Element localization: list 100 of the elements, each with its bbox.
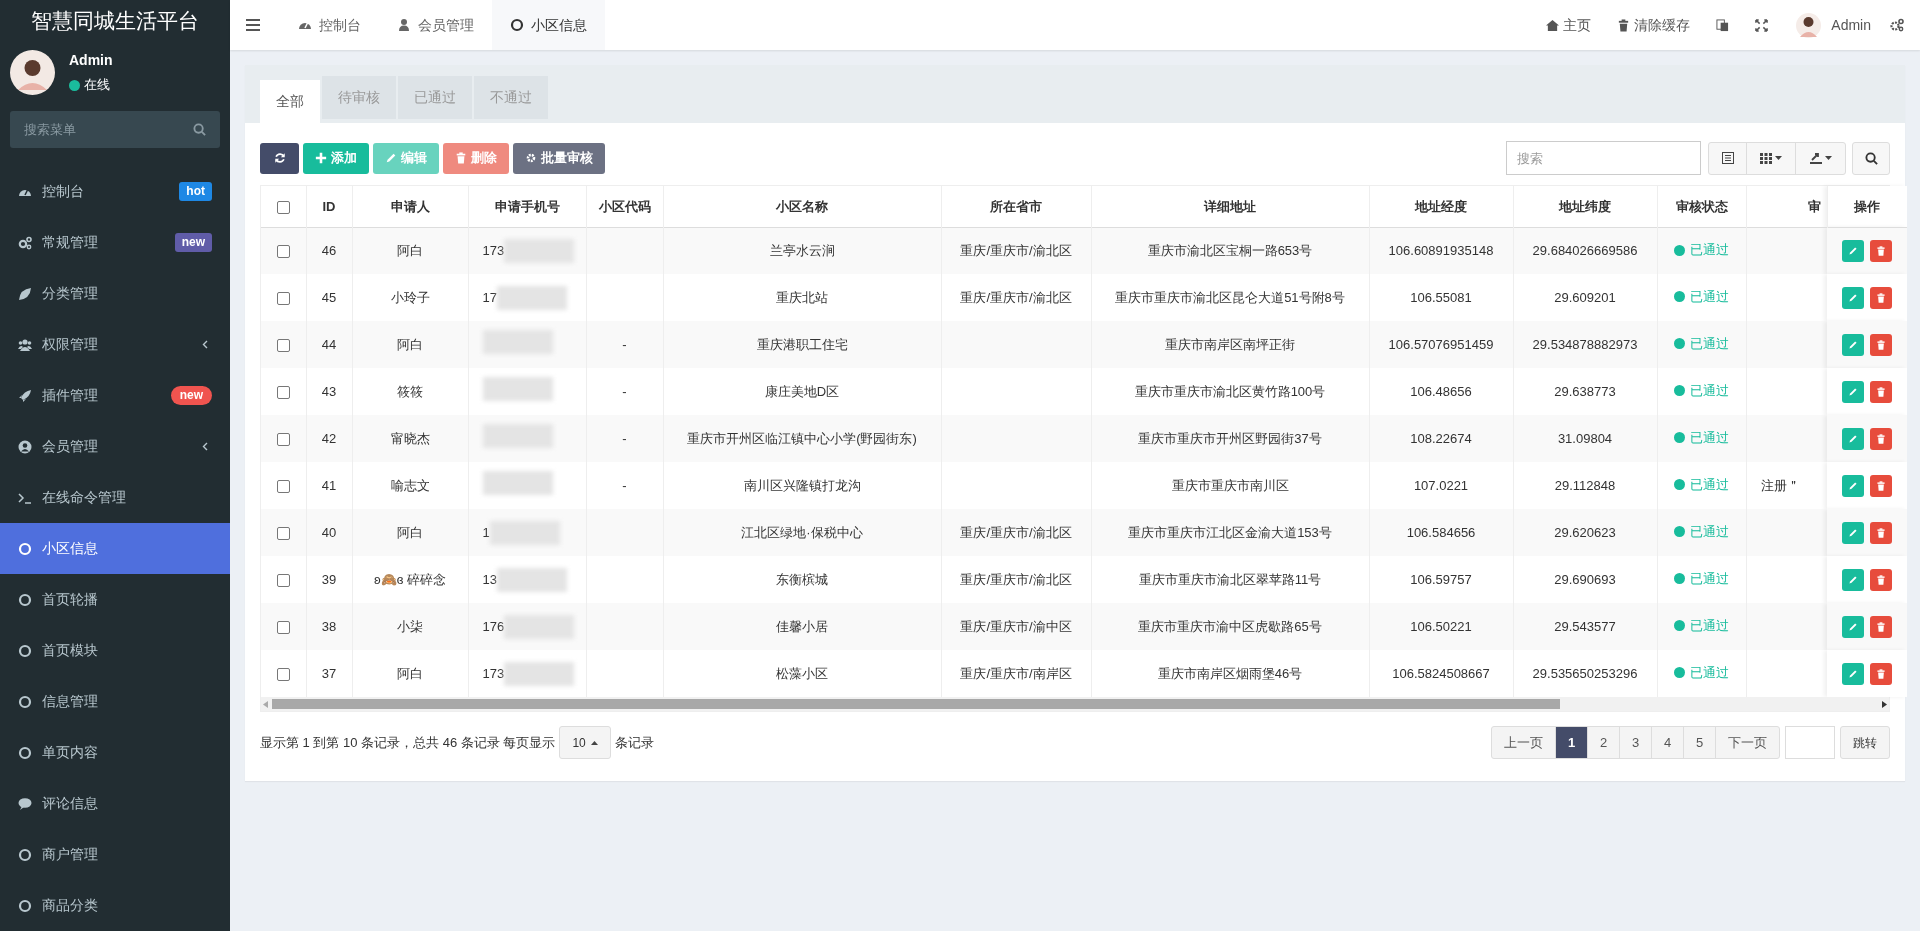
table-cell: 38: [321, 618, 337, 634]
page-tab[interactable]: 小区信息: [492, 0, 605, 50]
fullscreen-icon[interactable]: [1755, 18, 1769, 32]
delete-button[interactable]: [1870, 286, 1892, 309]
sidebar-item[interactable]: 单页内容: [0, 727, 230, 778]
table-cell: 106.48656: [1410, 383, 1472, 399]
search-icon: [193, 123, 206, 136]
checkbox[interactable]: [276, 479, 290, 493]
table-cell: 重庆市渝北区宝桐一路653号: [1147, 243, 1313, 258]
pagination-label: 条记录: [614, 733, 654, 752]
page-button[interactable]: 4: [1651, 726, 1684, 759]
status-text: 已通过: [1690, 382, 1729, 401]
prev-page-button[interactable]: 上一页: [1491, 726, 1556, 759]
delete-button[interactable]: [1870, 239, 1892, 262]
sidebar-item[interactable]: 评论信息: [0, 778, 230, 829]
jump-page-field[interactable]: [1785, 726, 1835, 759]
checkbox[interactable]: [276, 291, 290, 305]
app-logo-text: 智慧同城生活平台: [31, 8, 199, 35]
edit-button[interactable]: [1842, 615, 1864, 638]
next-page-button[interactable]: 下一页: [1715, 726, 1780, 759]
circle-icon: [18, 694, 32, 709]
filter-tab[interactable]: 全部: [260, 80, 320, 123]
menu-search-field[interactable]: 搜索菜单: [10, 111, 220, 148]
sidebar-item[interactable]: 在线命令管理: [0, 472, 230, 523]
scroll-right-icon[interactable]: [1882, 700, 1887, 708]
table-cell: 44: [321, 336, 337, 352]
delete-button[interactable]: [1870, 427, 1892, 450]
redaction-blur: [496, 567, 567, 592]
table-cell: 江北区绿地·保税中心: [741, 524, 863, 540]
checkbox[interactable]: [276, 432, 290, 446]
circle-icon: [18, 847, 32, 862]
settings-icon[interactable]: [1890, 18, 1904, 32]
page-tab[interactable]: 控制台: [280, 0, 379, 50]
page-button[interactable]: 5: [1683, 726, 1716, 759]
sidebar-item[interactable]: 信息管理: [0, 676, 230, 727]
page-size-select[interactable]: 10: [559, 726, 611, 759]
user-name: Admin: [69, 51, 113, 71]
sidebar-item[interactable]: 控制台 hot: [0, 166, 230, 217]
sidebar-item[interactable]: 常规管理 new: [0, 217, 230, 268]
sidebar-item[interactable]: 首页模块: [0, 625, 230, 676]
delete-button[interactable]: [1870, 521, 1892, 544]
edit-button[interactable]: [1842, 286, 1864, 309]
checkbox[interactable]: [276, 200, 290, 214]
header-link[interactable]: 主页: [1533, 0, 1605, 50]
page-tab[interactable]: 会员管理: [379, 0, 492, 50]
sidebar-item[interactable]: 商品分类: [0, 880, 230, 931]
scrollbar-thumb[interactable]: [272, 699, 1560, 709]
delete-button[interactable]: [1870, 474, 1892, 497]
horizontal-scrollbar[interactable]: [261, 697, 1889, 711]
checkbox[interactable]: [276, 667, 290, 681]
delete-button[interactable]: [1870, 615, 1892, 638]
checkbox[interactable]: [276, 526, 290, 540]
edit-button[interactable]: [1842, 427, 1864, 450]
trash-icon: [1876, 574, 1886, 585]
search-button[interactable]: [1852, 141, 1890, 175]
table-cell: ʚ🙈ɞ 碎碎念: [374, 571, 446, 587]
sidebar-item[interactable]: 插件管理 new: [0, 370, 230, 421]
checkbox[interactable]: [276, 338, 290, 352]
sidebar-item[interactable]: 权限管理: [0, 319, 230, 370]
sidebar-item[interactable]: 首页轮播: [0, 574, 230, 625]
search-field[interactable]: 搜索: [1506, 141, 1701, 175]
user-menu[interactable]: Admin: [1781, 0, 1886, 50]
delete-button[interactable]: [1870, 662, 1892, 685]
menu-icon[interactable]: [246, 19, 260, 31]
edit-button[interactable]: [1842, 662, 1864, 685]
checkbox[interactable]: [276, 573, 290, 587]
edit-button[interactable]: [1842, 568, 1864, 591]
column-header: 操作: [1854, 198, 1881, 214]
page-button[interactable]: 2: [1587, 726, 1620, 759]
table-cell: 甯晓杰: [390, 430, 430, 446]
edit-button[interactable]: [1842, 239, 1864, 262]
sidebar-item[interactable]: 商户管理: [0, 829, 230, 880]
table-cell: 29.620623: [1554, 524, 1616, 540]
edit-button[interactable]: [1842, 521, 1864, 544]
sidebar-item[interactable]: 小区信息: [0, 523, 230, 574]
edit-button[interactable]: [1842, 474, 1864, 497]
table-cell: 39: [321, 571, 337, 587]
table-cell: 重庆市重庆市南川区: [1171, 477, 1289, 493]
delete-button[interactable]: [1870, 380, 1892, 403]
checkbox[interactable]: [276, 245, 290, 259]
page-button[interactable]: 3: [1619, 726, 1652, 759]
sidebar-item[interactable]: 分类管理: [0, 268, 230, 319]
delete-button[interactable]: [1870, 333, 1892, 356]
column-header: 申请人: [390, 198, 430, 214]
caret-icon: [590, 740, 598, 745]
sidebar-item[interactable]: 会员管理: [0, 421, 230, 472]
delete-button[interactable]: [1870, 568, 1892, 591]
refresh-button[interactable]: [260, 142, 299, 174]
checkbox[interactable]: [276, 620, 290, 634]
table-cell: 29.534878882973: [1532, 336, 1638, 352]
edit-button[interactable]: [1842, 333, 1864, 356]
audit-button[interactable]: 批量审核: [513, 142, 605, 174]
page-button[interactable]: 1: [1555, 726, 1588, 759]
jump-button[interactable]: 跳转: [1840, 726, 1890, 759]
header-link[interactable]: 清除缓存: [1604, 0, 1704, 50]
scroll-left-icon[interactable]: [263, 700, 268, 708]
translate-icon[interactable]: [1716, 18, 1730, 32]
checkbox[interactable]: [276, 385, 290, 399]
table-cell: 106.57076951459: [1388, 336, 1494, 352]
edit-button[interactable]: [1842, 380, 1864, 403]
